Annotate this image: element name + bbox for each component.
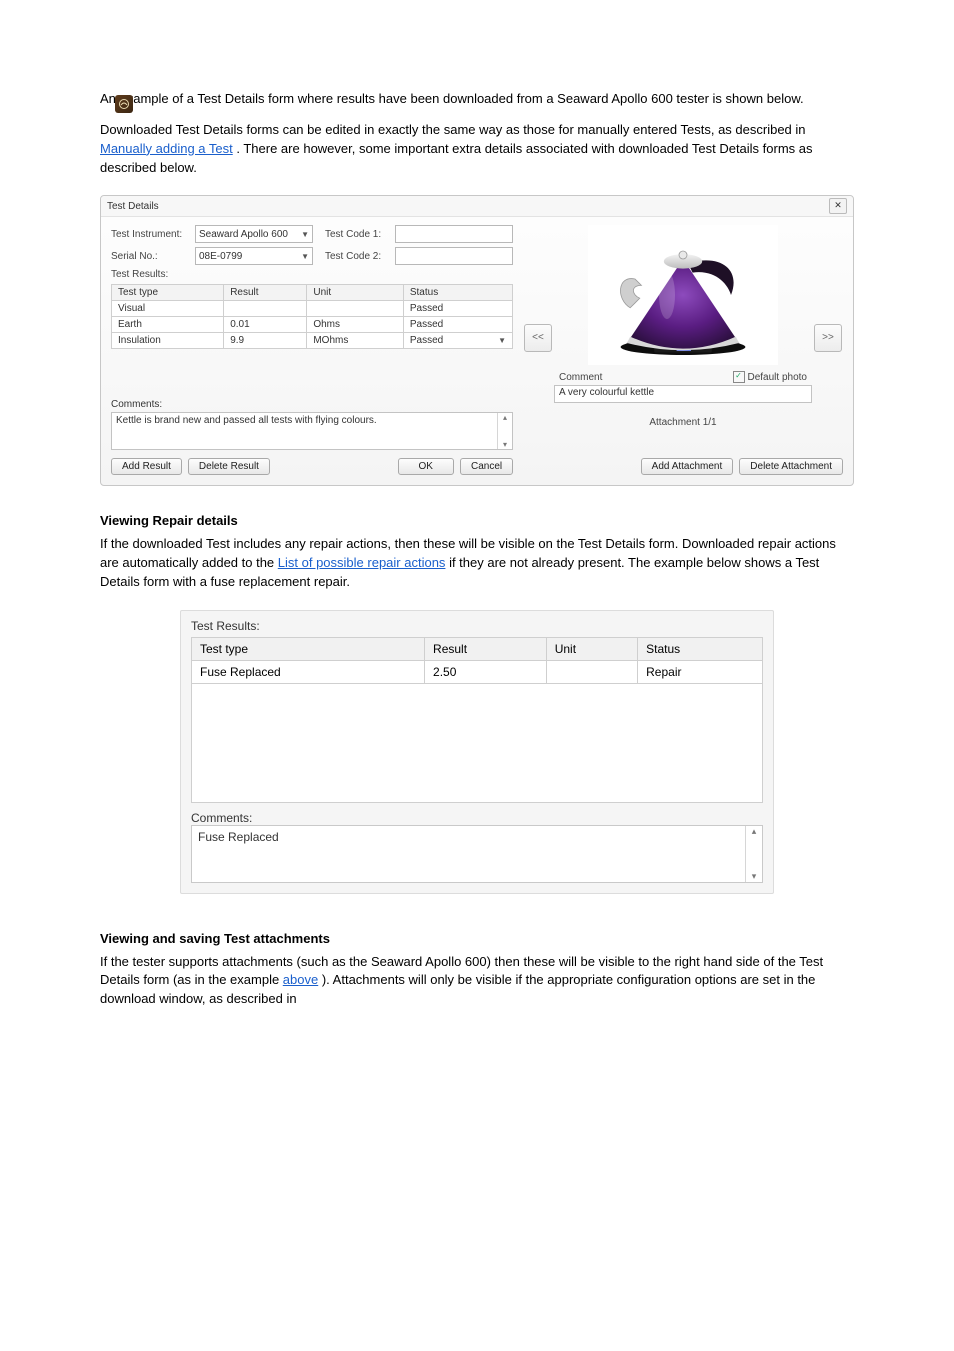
testcode1-input[interactable]: [395, 225, 513, 243]
col-result[interactable]: Result: [224, 285, 307, 301]
attachment-image: [588, 225, 778, 365]
serial-select[interactable]: 08E-0799 ▼: [195, 247, 313, 265]
cell: [224, 301, 307, 317]
empty-space: [192, 683, 763, 802]
default-photo-checkbox[interactable]: ✓ Default photo: [733, 371, 808, 383]
body-text: An example of a Test Details form where …: [100, 90, 854, 177]
col-result[interactable]: Result: [425, 637, 547, 660]
delete-result-button[interactable]: Delete Result: [188, 458, 270, 475]
cell: 0.01: [224, 317, 307, 333]
cancel-button[interactable]: Cancel: [460, 458, 513, 475]
t: Downloaded Test Details forms can be edi…: [100, 122, 806, 137]
scrollbar[interactable]: ▴▾: [497, 413, 512, 449]
scrollbar[interactable]: ▴▾: [745, 826, 762, 882]
cell: [307, 301, 404, 317]
testcode2-input[interactable]: [395, 247, 513, 265]
attach-para: If the tester supports attachments (such…: [100, 953, 854, 1010]
heading-attachments: Viewing and saving Test attachments: [100, 930, 854, 949]
label-serial: Serial No.:: [111, 251, 189, 262]
add-result-button[interactable]: Add Result: [111, 458, 182, 475]
col-unit[interactable]: Unit: [546, 637, 637, 660]
section-attachments: Viewing and saving Test attachments If t…: [100, 930, 854, 1009]
test-details-dialog: Test Details ✕ Test Instrument: Seaward …: [100, 195, 854, 486]
cell: Passed: [410, 335, 443, 346]
cell: Visual: [112, 301, 224, 317]
cell: Insulation: [112, 333, 224, 349]
label-tc1: Test Code 1:: [325, 229, 389, 240]
instrument-select[interactable]: Seaward Apollo 600 ▼: [195, 225, 313, 243]
ok-button[interactable]: OK: [398, 458, 454, 475]
table-row[interactable]: Earth 0.01 Ohms Passed: [112, 317, 513, 333]
cell: Passed: [403, 317, 512, 333]
label-results: Test Results:: [111, 269, 189, 280]
add-attachment-button[interactable]: Add Attachment: [641, 458, 734, 475]
cell: Ohms: [307, 317, 404, 333]
checkbox-icon: ✓: [733, 371, 745, 383]
label-att-comment: Comment: [559, 372, 602, 383]
cell: 9.9: [224, 333, 307, 349]
close-icon[interactable]: ✕: [829, 198, 847, 214]
link-above[interactable]: above: [283, 972, 318, 987]
label-comments: Comments:: [111, 399, 513, 410]
cell: 2.50: [425, 660, 547, 683]
cell: Fuse Replaced: [192, 660, 425, 683]
label-results2: Test Results:: [191, 619, 763, 633]
label-instrument: Test Instrument:: [111, 229, 189, 240]
col-testtype[interactable]: Test type: [192, 637, 425, 660]
cell: MOhms: [307, 333, 404, 349]
comments-value: Kettle is brand new and passed all tests…: [116, 415, 377, 426]
cell: Repair: [638, 660, 763, 683]
table-row[interactable]: Insulation 9.9 MOhms Passed ▼: [112, 333, 513, 349]
col-status[interactable]: Status: [638, 637, 763, 660]
intro-para: An example of a Test Details form where …: [100, 90, 854, 109]
delete-attachment-button[interactable]: Delete Attachment: [739, 458, 843, 475]
chevron-down-icon: ▼: [301, 252, 309, 261]
next-attachment-button[interactable]: >>: [814, 324, 842, 352]
chevron-down-icon: ▼: [301, 230, 309, 239]
label-comments2: Comments:: [191, 811, 763, 825]
default-photo-label: Default photo: [748, 372, 808, 383]
repair-results-panel: Test Results: Test type Result Unit Stat…: [180, 610, 774, 894]
intro-para2: Downloaded Test Details forms can be edi…: [100, 121, 854, 178]
results-table: Test type Result Unit Status Visual Pass…: [111, 284, 513, 349]
link-repair-actions-list[interactable]: List of possible repair actions: [278, 555, 446, 570]
dialog-title: Test Details: [107, 201, 159, 212]
section-repairs: Viewing Repair details If the downloaded…: [100, 512, 854, 591]
comments-textarea[interactable]: Kettle is brand new and passed all tests…: [111, 412, 513, 450]
repair-results-table: Test type Result Unit Status Fuse Replac…: [191, 637, 763, 803]
attachment-count: Attachment 1/1: [649, 417, 716, 428]
col-unit[interactable]: Unit: [307, 285, 404, 301]
repairs-para: If the downloaded Test includes any repa…: [100, 535, 854, 592]
cell: Earth: [112, 317, 224, 333]
col-testtype[interactable]: Test type: [112, 285, 224, 301]
chevron-down-icon[interactable]: ▼: [498, 336, 506, 345]
cell: [546, 660, 637, 683]
serial-value: 08E-0799: [199, 251, 242, 262]
app-icon: [115, 95, 133, 113]
prev-attachment-button[interactable]: <<: [524, 324, 552, 352]
heading-repairs: Viewing Repair details: [100, 512, 854, 531]
table-row[interactable]: Fuse Replaced 2.50 Repair: [192, 660, 763, 683]
attachment-comment-input[interactable]: A very colourful kettle: [554, 385, 812, 403]
table-row[interactable]: Visual Passed: [112, 301, 513, 317]
comments2-textarea[interactable]: Fuse Replaced ▴▾: [191, 825, 763, 883]
comments2-value: Fuse Replaced: [198, 830, 279, 844]
cell: Passed: [403, 301, 512, 317]
instrument-value: Seaward Apollo 600: [199, 229, 288, 240]
link-manual-adding-test[interactable]: Manually adding a Test: [100, 141, 233, 156]
col-status[interactable]: Status: [403, 285, 512, 301]
label-tc2: Test Code 2:: [325, 251, 389, 262]
